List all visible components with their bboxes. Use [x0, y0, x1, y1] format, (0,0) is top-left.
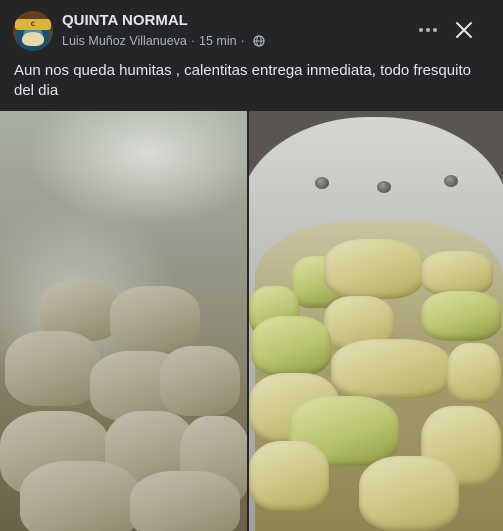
humita: [331, 339, 451, 399]
post-time[interactable]: 15 min: [199, 34, 237, 48]
meta-separator-2: ·: [240, 34, 245, 48]
humita: [359, 456, 459, 531]
humita: [5, 331, 100, 406]
humita: [324, 239, 424, 299]
humita: [421, 251, 493, 296]
author-link[interactable]: Luis Muñoz Villanueva: [62, 34, 187, 48]
humita: [130, 471, 240, 531]
avatar-art: [22, 32, 44, 46]
more-horizontal-icon: [419, 28, 423, 32]
group-name-link[interactable]: QUINTA NORMAL: [62, 12, 188, 29]
pot-rivet: [377, 181, 391, 193]
close-icon: [456, 22, 472, 38]
humita: [421, 291, 501, 341]
globe-icon[interactable]: [253, 35, 265, 47]
more-dot: [426, 28, 430, 32]
pot-rivet: [444, 175, 458, 187]
meta-separator: ·: [190, 34, 196, 48]
humita: [251, 316, 331, 376]
humita: [110, 286, 200, 351]
post-meta: Luis Muñoz Villanueva · 15 min ·: [62, 34, 265, 48]
more-dot: [433, 28, 437, 32]
humitas-pot-photo[interactable]: [249, 111, 503, 531]
group-avatar[interactable]: C: [13, 11, 53, 51]
post-text: Aun nos queda humitas , calentitas entre…: [14, 62, 471, 99]
humita: [160, 346, 240, 416]
avatar-badge: C: [15, 19, 51, 30]
humita: [20, 461, 140, 531]
close-button[interactable]: [449, 15, 479, 45]
pot-rivet: [315, 177, 329, 189]
humitas-steaming-photo[interactable]: [0, 111, 247, 531]
humita: [447, 343, 501, 403]
humita: [249, 441, 329, 511]
post-header: C QUINTA NORMAL Luis Muñoz Villanueva · 15…: [0, 0, 503, 58]
more-options-button[interactable]: [412, 17, 444, 43]
